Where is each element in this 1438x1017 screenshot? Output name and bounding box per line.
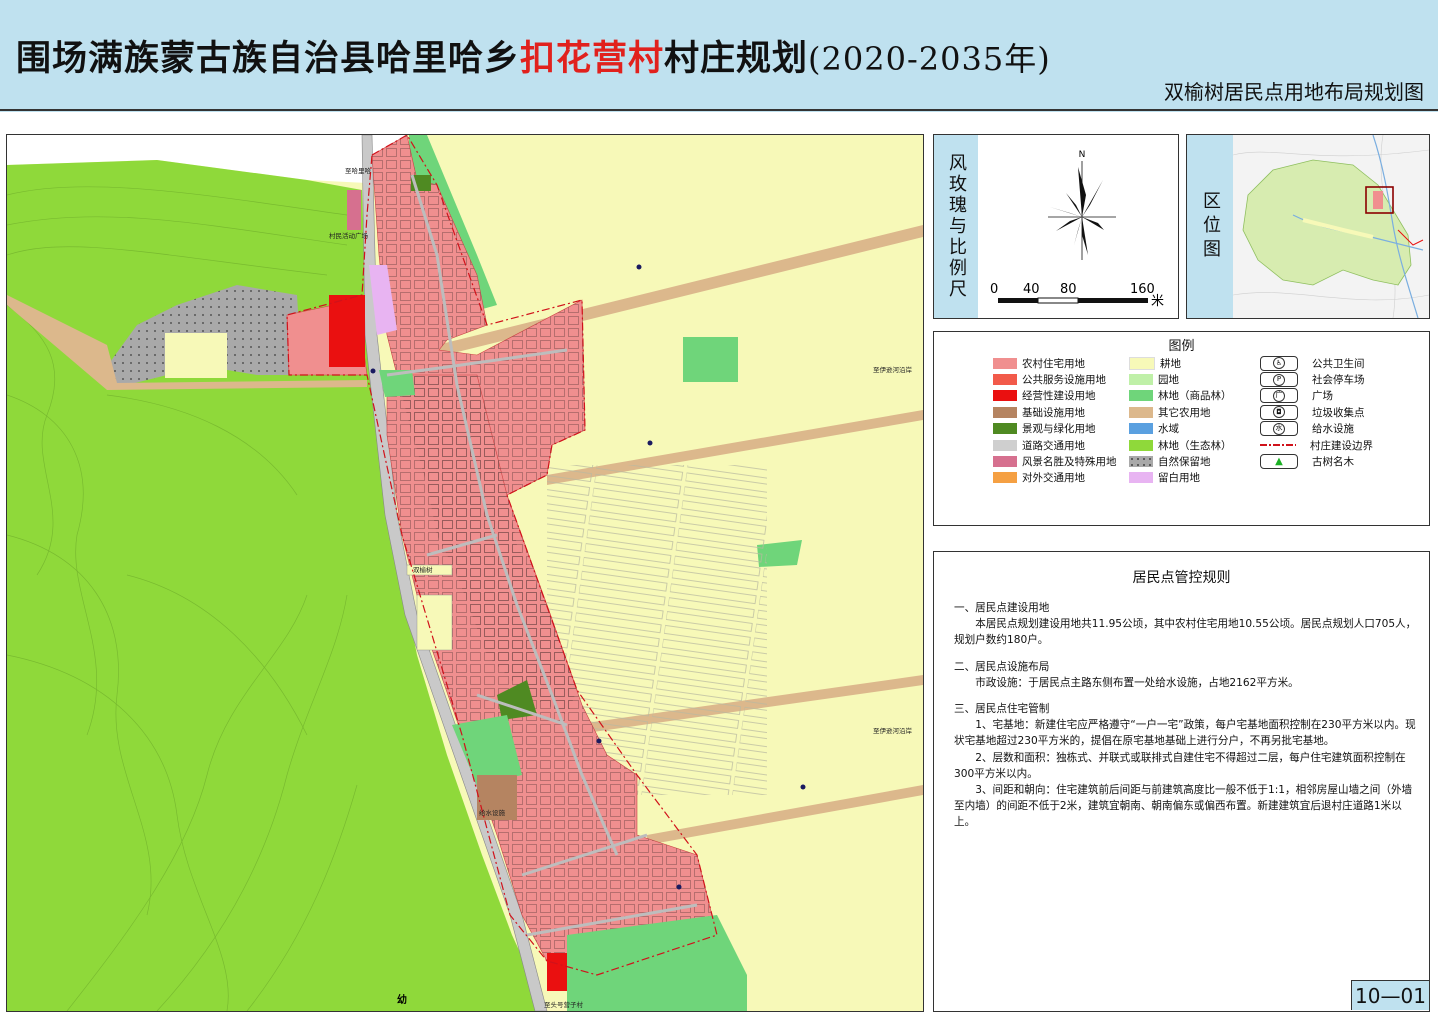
- title-prefix: 围场满族蒙古族自治县哈里哈乡: [16, 39, 521, 79]
- label-road-south: 至头号营子村: [544, 1000, 584, 1009]
- label-tree-mark: 幼: [397, 993, 407, 1006]
- legend-column-2: 耕地 园地 林地（商品林） 其它农用地 水域 林地（生态林） 自然保留地 留白用…: [1129, 355, 1232, 486]
- legend-item-water: 水域: [1129, 421, 1232, 437]
- legend-item-eco-forest: 林地（生态林）: [1129, 437, 1232, 453]
- legend-item-residential: 农村住宅用地: [993, 355, 1117, 371]
- scale-tick-40: 40: [1023, 282, 1040, 297]
- legend-item-toilet: ♿ 公共卫生间: [1260, 355, 1373, 371]
- commodity-forest-patch: [683, 337, 738, 382]
- rules-section-3-text-1: 1、宅基地：新建住宅应严格遵守“一户一宅”政策，每户宅基地面积控制在230平方米…: [954, 719, 1416, 748]
- rules-section-3-title: 三、居民点住宅管制: [954, 703, 1050, 716]
- legend-item-scenic: 风景名胜及特殊用地: [993, 453, 1117, 469]
- title-village-name: 扣花营村: [520, 39, 665, 79]
- legend-column-1: 农村住宅用地 公共服务设施用地 经营性建设用地 基础设施用地 景观与绿化用地 道…: [993, 355, 1117, 486]
- legend-panel: 图例 农村住宅用地 公共服务设施用地 经营性建设用地 基础设施用地 景观与绿化用…: [933, 331, 1430, 526]
- rules-section-3-text-3: 3、间距和朝向：住宅建筑前后间距与前建筑高度比一般不低于1:1，相邻房屋山墙之间…: [954, 784, 1413, 829]
- land-use-map[interactable]: 至哈里哈 村民活动广场 至伊逊河沿岸 至伊逊河沿岸 双榆树 给水设施 至头号营子…: [6, 134, 924, 1012]
- rules-section-2-title: 二、居民点设施布局: [954, 660, 1050, 673]
- wind-rose-label: 风玫瑰与比例尺: [946, 153, 967, 300]
- title-years: (2020-2035年): [808, 40, 1051, 78]
- legend-title: 图例: [1168, 339, 1195, 354]
- rules-section-1-title: 一、居民点建设用地: [954, 602, 1050, 614]
- legend-item-water-supply: 水给水设施: [1260, 421, 1373, 437]
- location-map-canvas: [1232, 134, 1430, 319]
- legend-item-boundary: 村庄建设边界: [1260, 437, 1373, 453]
- rules-body: 一、居民点建设用地 本居民点规划建设用地共11.95公顷，其中农村住宅用地10.…: [954, 600, 1420, 831]
- page-title: 围场满族蒙古族自治县哈里哈乡扣花营村村庄规划(2020-2035年): [16, 30, 1051, 81]
- legend-item-road: 道路交通用地: [993, 437, 1117, 453]
- label-village: 双榆树: [413, 565, 433, 574]
- toilet-icon: ♿: [1260, 355, 1298, 371]
- legend-item-commodity-forest: 林地（商品林）: [1129, 388, 1232, 404]
- map-canvas: 至哈里哈 村民活动广场 至伊逊河沿岸 至伊逊河沿岸 双榆树 给水设施 至头号营子…: [7, 135, 923, 1011]
- wind-rose-icon: N 0 40 80 160 米: [990, 150, 1164, 309]
- label-square: 村民活动广场: [329, 231, 369, 240]
- square-icon: 广: [1260, 388, 1298, 404]
- legend-item-trash: ◘ 垃圾收集点: [1260, 404, 1373, 420]
- special-land: [347, 190, 361, 230]
- legend-item-external-traffic: 对外交通用地: [993, 470, 1117, 486]
- legend-item-square: 广广场: [1260, 388, 1373, 404]
- legend-item-natural-reserve: 自然保留地: [1129, 453, 1232, 469]
- label-road-east-2: 至伊逊河沿岸: [873, 726, 913, 735]
- location-label: 区位图: [1200, 190, 1221, 263]
- north-label: N: [1079, 150, 1086, 160]
- rules-section-1: 一、居民点建设用地 本居民点规划建设用地共11.95公顷，其中农村住宅用地10.…: [954, 600, 1420, 649]
- legend-item-ancient-tree: ▲ 古树名木: [1260, 453, 1373, 470]
- title-suffix: 村庄规划: [664, 39, 809, 79]
- legend-column-3: ♿ 公共卫生间 P 社会停车场 广广场 ◘ 垃圾收集点 水给水设施 村庄建设边界 ▲ 古…: [1260, 355, 1373, 470]
- scale-unit: 米: [1151, 294, 1164, 309]
- scale-tick-0: 0: [990, 282, 998, 297]
- control-rules-panel: 居民点管控规则 一、居民点建设用地 本居民点规划建设用地共11.95公顷，其中农…: [933, 551, 1430, 1012]
- legend-item-garden: 园地: [1129, 371, 1232, 387]
- map-subtitle: 双榆树居民点用地布局规划图: [1164, 80, 1424, 104]
- parking-icon: P: [1260, 372, 1298, 388]
- location-map[interactable]: [1232, 134, 1430, 319]
- legend-item-farmland: 耕地: [1129, 355, 1232, 371]
- ancient-tree-icon: ▲: [1260, 454, 1298, 470]
- label-north-road: 至哈里哈: [345, 166, 372, 175]
- rules-section-2: 二、居民点设施布局 市政设施：于居民点主路东侧布置一处给水设施，占地2162平方…: [954, 659, 1420, 691]
- commercial-land-north: [329, 295, 365, 367]
- legend-item-parking: P 社会停车场: [1260, 371, 1373, 388]
- farmland-patch: [165, 333, 227, 378]
- rules-section-2-text: 市政设施：于居民点主路东侧布置一处给水设施，占地2162平方米。: [975, 676, 1299, 689]
- wind-rose-panel: 风玫瑰与比例尺 N 0 40 80 160 米: [933, 134, 1179, 319]
- label-water-facility: 给水设施: [479, 808, 506, 817]
- rules-section-3-text-2: 2、层数和面积：独栋式、并联式或联排式自建住宅不得超过二层，每户住宅建筑面积控制…: [954, 751, 1406, 780]
- rules-title: 居民点管控规则: [1132, 570, 1231, 586]
- rules-section-1-text: 本居民点规划建设用地共11.95公顷，其中农村住宅用地10.55公顷。居民点规划…: [954, 618, 1417, 647]
- legend-item-vacant: 留白用地: [1129, 470, 1232, 486]
- location-panel: 区位图: [1186, 134, 1430, 319]
- legend-item-landscape: 景观与绿化用地: [993, 421, 1117, 437]
- water-supply-icon: 水: [1260, 421, 1298, 437]
- legend-item-infrastructure: 基础设施用地: [993, 404, 1117, 420]
- page-number: 10—01: [1351, 980, 1430, 1010]
- header-bar: 围场满族蒙古族自治县哈里哈乡扣花营村村庄规划(2020-2035年) 双榆树居民…: [0, 0, 1438, 112]
- legend-item-commercial: 经营性建设用地: [993, 388, 1117, 404]
- boundary-line-icon: [1260, 439, 1296, 452]
- wind-rose-body: N 0 40 80 160 米: [978, 135, 1178, 318]
- scale-tick-80: 80: [1060, 282, 1077, 297]
- trash-icon: ◘: [1260, 404, 1298, 420]
- legend-item-other-agri: 其它农用地: [1129, 404, 1232, 420]
- header-divider: [0, 109, 1438, 111]
- label-road-east-1: 至伊逊河沿岸: [873, 365, 913, 374]
- rules-section-3: 三、居民点住宅管制 1、宅基地：新建住宅应严格遵守“一户一宅”政策，每户宅基地面…: [954, 701, 1420, 831]
- legend-item-public-service: 公共服务设施用地: [993, 371, 1117, 387]
